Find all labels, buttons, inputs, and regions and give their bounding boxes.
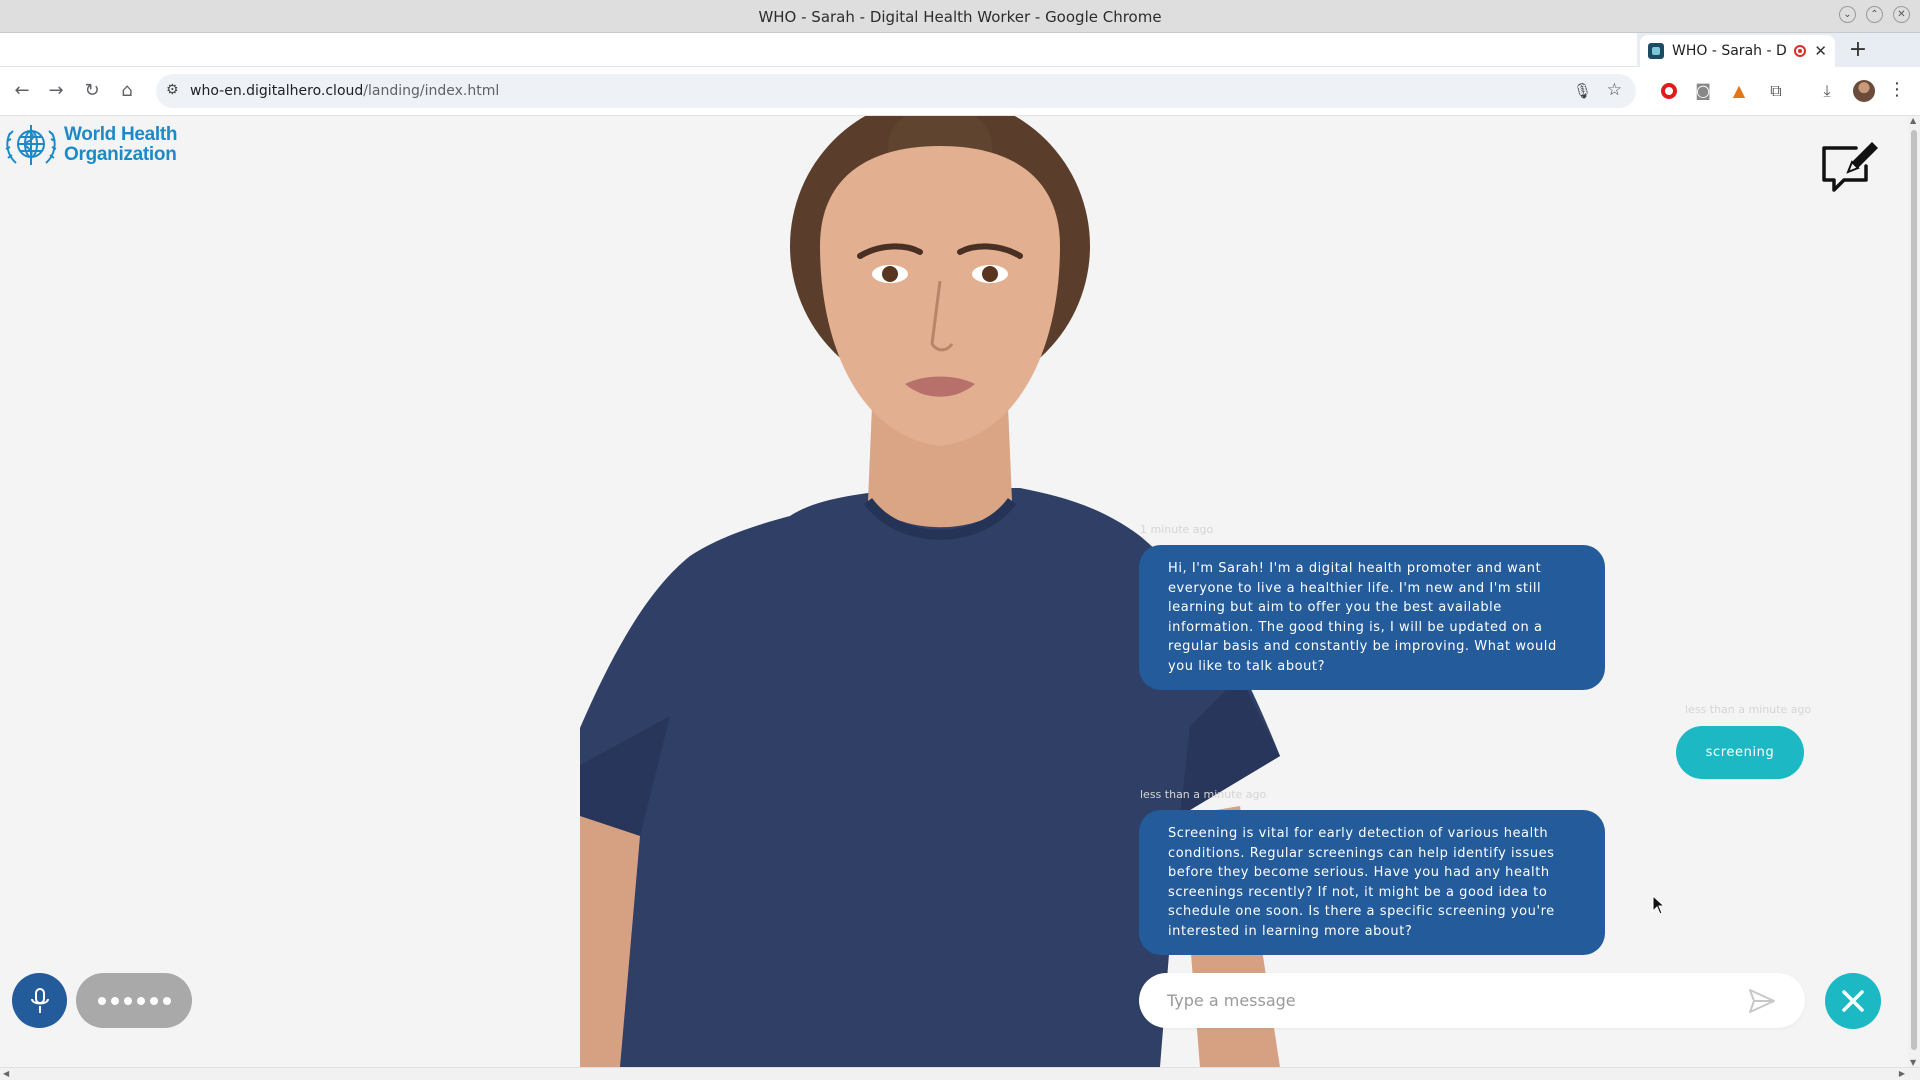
- scrollbar-thumb[interactable]: [1911, 130, 1917, 1050]
- avatar-right-iris: [982, 266, 998, 282]
- browser-menu-icon[interactable]: ⋮: [1888, 79, 1906, 100]
- bookmark-star-icon[interactable]: ☆: [1607, 80, 1622, 100]
- bot-message-bubble: Hi, I'm Sarah! I'm a digital health prom…: [1139, 545, 1605, 690]
- who-logo[interactable]: World Health Organization: [2, 119, 178, 171]
- browser-toolbar: ← → ↻ ⌂ ⚙ who-en.digitalhero.cloud/landi…: [0, 67, 1920, 116]
- tab-title: WHO - Sarah - Di: [1672, 43, 1787, 59]
- window-title: WHO - Sarah - Digital Health Worker - Go…: [758, 8, 1162, 26]
- back-icon[interactable]: ←: [10, 79, 34, 103]
- browser-tab[interactable]: WHO - Sarah - Di ✕: [1640, 35, 1835, 67]
- typing-dot: [162, 996, 171, 1005]
- site-info-icon[interactable]: ⚙: [166, 82, 179, 98]
- message-timestamp: 1 minute ago: [1140, 523, 1214, 536]
- new-tab-button[interactable]: +: [1845, 37, 1871, 63]
- user-message-bubble: screening: [1676, 726, 1804, 779]
- scroll-right-icon[interactable]: ▶: [1899, 1069, 1905, 1078]
- feedback-edit-icon[interactable]: [1820, 138, 1880, 194]
- bot-message-bubble: Screening is vital for early detection o…: [1139, 810, 1605, 955]
- typing-indicator: [76, 973, 192, 1028]
- reload-icon[interactable]: ↻: [80, 79, 104, 103]
- address-bar[interactable]: ⚙ who-en.digitalhero.cloud/landing/index…: [156, 74, 1636, 108]
- typing-dot: [136, 996, 145, 1005]
- page-viewport: World Health Organization 1 minute ago H…: [0, 116, 1908, 1067]
- url-text[interactable]: who-en.digitalhero.cloud/landing/index.h…: [190, 83, 499, 99]
- url-host: who-en.digitalhero.cloud: [190, 83, 364, 99]
- close-chat-button[interactable]: [1825, 973, 1881, 1029]
- forward-icon[interactable]: →: [44, 79, 68, 103]
- site-favicon-icon: [1648, 43, 1664, 59]
- avatar-left-iris: [882, 266, 898, 282]
- voice-search-icon[interactable]: 🎙: [1573, 82, 1592, 100]
- typing-dot: [110, 996, 119, 1005]
- typing-dot: [97, 996, 106, 1005]
- tab-strip: WHO - Sarah - Di ✕ +: [0, 33, 1920, 67]
- tab-strip-empty-area: [0, 33, 1637, 67]
- message-timestamp: less than a minute ago: [1140, 788, 1267, 801]
- window-titlebar: WHO - Sarah - Digital Health Worker - Go…: [0, 0, 1920, 33]
- avatar-face: [820, 146, 1060, 446]
- camera-extension-icon[interactable]: ◙: [1692, 80, 1714, 102]
- maximize-button[interactable]: ⌃: [1866, 6, 1883, 23]
- message-timestamp: less than a minute ago: [1685, 703, 1812, 716]
- who-logo-text: World Health Organization: [64, 124, 178, 165]
- typing-dot: [149, 996, 158, 1005]
- opera-extension-icon[interactable]: [1658, 80, 1680, 102]
- who-logo-line1: World Health: [64, 124, 178, 145]
- close-window-button[interactable]: ✕: [1893, 6, 1910, 23]
- minimize-button[interactable]: ⌄: [1839, 6, 1856, 23]
- extensions-icon[interactable]: ⧉: [1765, 80, 1787, 102]
- profile-avatar-icon[interactable]: [1853, 80, 1875, 102]
- close-tab-icon[interactable]: ✕: [1814, 42, 1827, 60]
- vertical-scrollbar[interactable]: ▲ ▼: [1908, 116, 1920, 1067]
- metamask-extension-icon[interactable]: ▲: [1728, 80, 1750, 102]
- message-input[interactable]: [1139, 973, 1805, 1028]
- who-logo-line2: Organization: [64, 144, 177, 165]
- close-icon: [1842, 990, 1864, 1012]
- horizontal-scrollbar[interactable]: ◀ ▶: [0, 1067, 1920, 1080]
- microphone-button[interactable]: [12, 973, 67, 1028]
- downloads-icon[interactable]: ⤓: [1816, 80, 1838, 102]
- microphone-icon: [30, 987, 49, 1013]
- url-path: /landing/index.html: [363, 83, 500, 99]
- scroll-left-icon[interactable]: ◀: [3, 1069, 9, 1078]
- window-controls: ⌄ ⌃ ✕: [1839, 6, 1910, 23]
- mouse-cursor-icon: [1652, 895, 1666, 915]
- send-icon[interactable]: [1748, 988, 1776, 1014]
- typing-dot: [123, 996, 132, 1005]
- recording-indicator-icon: [1794, 45, 1807, 57]
- home-icon[interactable]: ⌂: [115, 79, 139, 103]
- who-emblem-icon: [5, 125, 57, 165]
- scroll-down-icon[interactable]: ▼: [1910, 1058, 1916, 1067]
- scroll-up-icon[interactable]: ▲: [1910, 116, 1916, 125]
